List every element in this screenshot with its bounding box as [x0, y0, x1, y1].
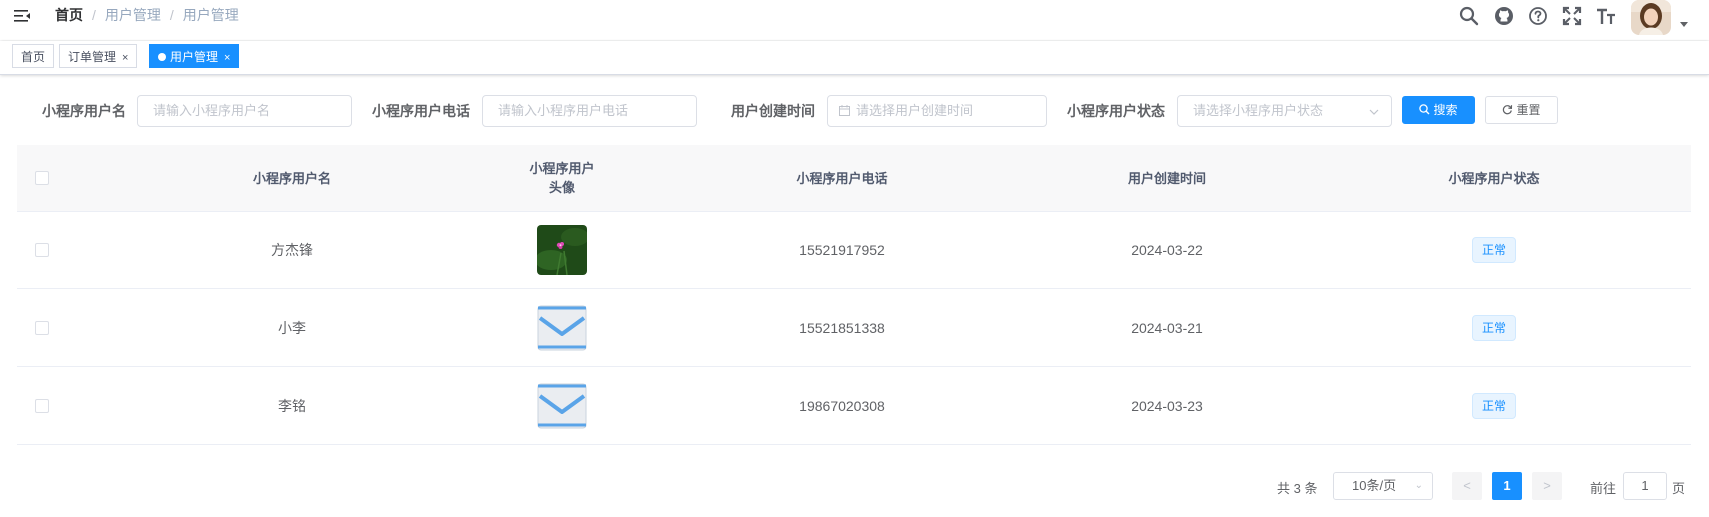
breadcrumb-separator: / [92, 7, 96, 23]
cell-phone: 15521851338 [799, 319, 885, 336]
breadcrumb: 首页 / 用户管理 / 用户管理 [55, 6, 239, 24]
github-icon[interactable] [1494, 6, 1514, 26]
table-row: 李铭 19867020308 2024-03-23 正常 [17, 367, 1691, 445]
breadcrumb-home[interactable]: 首页 [55, 7, 83, 23]
created-time-label: 用户创建时间 [731, 103, 815, 119]
phone-label: 小程序用户电话 [372, 103, 470, 119]
search-button-label: 搜索 [1433, 103, 1458, 117]
page-size-select[interactable]: 10条/页 ⌄ [1333, 472, 1433, 500]
phone-placeholder: 请输入小程序用户电话 [498, 103, 629, 118]
status-badge: 正常 [1471, 236, 1516, 263]
fullscreen-icon[interactable] [1562, 6, 1582, 26]
created-time-placeholder: 请选择用户创建时间 [856, 103, 974, 118]
table-row: 小李 15521851338 2024-03-21 正常 [17, 289, 1691, 367]
reset-button-label: 重置 [1516, 103, 1541, 117]
name-label: 小程序用户名 [42, 103, 126, 119]
row-select-cell [17, 289, 67, 366]
navbar: 首页 / 用户管理 / 用户管理 [0, 0, 1709, 40]
header-created-time: 用户创建时间 [1127, 170, 1206, 186]
flower-photo-icon [537, 224, 587, 275]
name-input[interactable]: 请输入小程序用户名 [137, 95, 352, 127]
cell-avatar [537, 289, 587, 366]
status-badge: 正常 [1471, 392, 1516, 419]
status-badge: 正常 [1471, 314, 1516, 341]
goto-label: 前往 [1590, 481, 1617, 496]
chevron-down-icon [1369, 109, 1379, 115]
status-select[interactable]: 请选择小程序用户状态 [1177, 95, 1392, 127]
cell-avatar [537, 367, 587, 444]
select-all-checkbox[interactable] [35, 171, 49, 185]
question-icon[interactable] [1528, 6, 1548, 26]
tag-home[interactable]: 首页 [12, 44, 55, 68]
tag-user-management[interactable]: 用户管理 × [149, 44, 240, 68]
refresh-icon [1503, 105, 1513, 115]
cell-name: 李铭 [278, 397, 306, 414]
chevron-down-icon[interactable] [1680, 22, 1688, 27]
cell-name: 小李 [278, 319, 306, 336]
tag-label: 用户管理 [170, 50, 219, 64]
row-select-cell [17, 211, 67, 288]
cell-name: 方杰锋 [271, 241, 313, 258]
envelope-icon [537, 383, 587, 428]
search-icon[interactable] [1459, 6, 1479, 26]
reset-button[interactable]: 重置 [1485, 96, 1558, 124]
tag-label: 首页 [21, 50, 46, 64]
header-phone: 小程序用户电话 [796, 170, 888, 186]
cell-status: 正常 [1297, 289, 1691, 366]
cell-created-time: 2024-03-21 [1131, 319, 1203, 336]
row-checkbox[interactable] [35, 242, 49, 257]
cell-phone: 15521917952 [799, 241, 885, 258]
avatar-thumbnail[interactable] [537, 303, 587, 353]
cell-avatar [537, 211, 587, 288]
pagination-total: 共 3 条 [1277, 481, 1318, 496]
font-size-icon[interactable] [1596, 6, 1616, 26]
search-button[interactable]: 搜索 [1402, 96, 1475, 124]
cell-created-time: 2024-03-22 [1131, 241, 1203, 258]
status-placeholder: 请选择小程序用户状态 [1193, 103, 1324, 118]
goto-page-input[interactable]: 1 [1623, 472, 1667, 500]
tags-view: 首页 订单管理 × 用户管理 × [0, 41, 1709, 75]
tag-label: 订单管理 [68, 50, 117, 64]
created-time-picker[interactable]: 请选择用户创建时间 [827, 95, 1047, 127]
status-label: 小程序用户状态 [1067, 103, 1165, 119]
header-name: 小程序用户名 [252, 170, 331, 186]
row-select-cell [17, 367, 67, 444]
calendar-icon [839, 105, 850, 116]
page-suffix-label: 页 [1672, 481, 1686, 496]
avatar-thumbnail[interactable] [537, 381, 587, 431]
active-dot-icon [158, 52, 166, 61]
page-1-button[interactable]: 1 [1492, 472, 1522, 500]
avatar-thumbnail[interactable] [537, 224, 587, 275]
header-avatar: 小程序用户头像 [529, 161, 595, 195]
breadcrumb-separator: / [169, 7, 174, 23]
prev-page-button[interactable]: < [1452, 472, 1482, 500]
row-checkbox[interactable] [35, 320, 49, 335]
next-page-button[interactable]: > [1532, 472, 1562, 500]
cell-status: 正常 [1297, 367, 1691, 444]
name-placeholder: 请输入小程序用户名 [153, 103, 271, 118]
row-checkbox[interactable] [35, 398, 49, 413]
hamburger-menu-icon[interactable] [14, 8, 30, 24]
header-status: 小程序用户状态 [1448, 170, 1540, 186]
table-row: 方杰锋 15521917952 2024-03-22 正常 [17, 211, 1691, 289]
close-icon[interactable]: × [122, 52, 128, 64]
cell-created-time: 2024-03-23 [1131, 397, 1203, 414]
breadcrumb-user-management: 用户管理 [104, 7, 161, 23]
cell-phone: 19867020308 [799, 397, 885, 414]
envelope-icon [537, 305, 587, 350]
search-icon [1419, 104, 1430, 115]
phone-input[interactable]: 请输入小程序用户电话 [482, 95, 697, 127]
close-icon[interactable]: × [224, 52, 230, 64]
page-size-value: 10条/页 [1352, 478, 1397, 493]
cell-status: 正常 [1297, 211, 1691, 288]
breadcrumb-current: 用户管理 [182, 7, 239, 23]
tag-order-management[interactable]: 订单管理 × [59, 44, 138, 68]
chevron-down-icon: ⌄ [1414, 480, 1423, 491]
avatar[interactable] [1631, 0, 1671, 35]
header-select-all-cell [17, 145, 67, 211]
table-header: 小程序用户名 小程序用户头像 小程序用户电话 用户创建时间 小程序用户状态 [17, 145, 1691, 212]
